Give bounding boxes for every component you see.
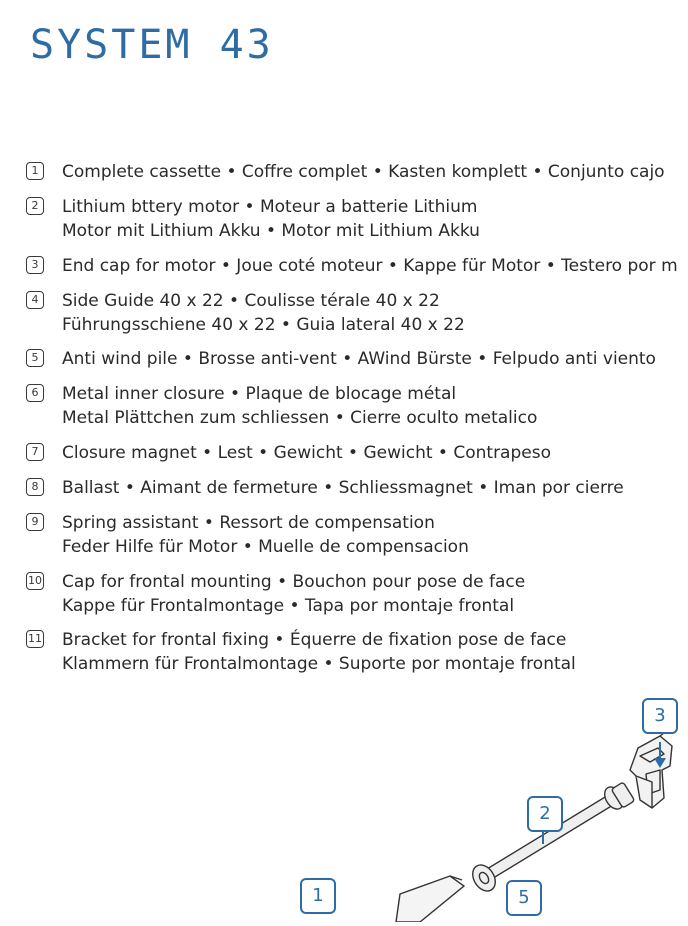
part-number: 3 bbox=[26, 256, 44, 274]
cassette-drawing bbox=[395, 875, 466, 923]
part-description-continued: Feder Hilfe für Motor • Muelle de compen… bbox=[62, 537, 469, 557]
part-number: 6 bbox=[26, 384, 44, 402]
part-number: 8 bbox=[26, 478, 44, 496]
part-description: Cap for frontal mounting • Bouchon pour … bbox=[62, 572, 526, 592]
callout-label: 2 bbox=[527, 796, 563, 832]
part-description: Bracket for frontal fixing • Équerre de … bbox=[62, 630, 567, 650]
callout-label: 3 bbox=[642, 698, 678, 734]
exploded-view-drawing bbox=[395, 729, 673, 923]
part-number: 4 bbox=[26, 291, 44, 309]
part-description-continued: Motor mit Lithium Akku • Motor mit Lithi… bbox=[62, 221, 480, 241]
part-number: 10 bbox=[26, 572, 44, 590]
part-description: Closure magnet • Lest • Gewicht • Gewich… bbox=[62, 443, 551, 463]
part-number: 7 bbox=[26, 443, 44, 461]
part-number: 9 bbox=[26, 513, 44, 531]
part-number: 11 bbox=[26, 630, 44, 648]
part-description-continued: Kappe für Frontalmontage • Tapa por mont… bbox=[62, 596, 515, 616]
part-description-continued: Metal Plättchen zum schliessen • Cierre … bbox=[62, 408, 538, 428]
part-description: Lithium bttery motor • Moteur a batterie… bbox=[62, 197, 478, 217]
part-description: Ballast • Aimant de fermeture • Schliess… bbox=[62, 478, 624, 498]
part-number: 1 bbox=[26, 162, 44, 180]
callout-label: 1 bbox=[300, 878, 336, 914]
part-number: 2 bbox=[26, 197, 44, 215]
exploded-view-diagram: 3 2 1 5 bbox=[0, 690, 688, 923]
part-description: Spring assistant • Ressort de compensati… bbox=[62, 513, 435, 533]
part-number: 5 bbox=[26, 349, 44, 367]
part-description: Side Guide 40 x 22 • Coulisse térale 40 … bbox=[62, 291, 440, 311]
part-description: End cap for motor • Joue coté moteur • K… bbox=[62, 256, 678, 276]
part-description-continued: Klammern für Frontalmontage • Suporte po… bbox=[62, 654, 576, 674]
page-title: SYSTEM 43 bbox=[30, 22, 274, 68]
part-description-continued: Führungsschiene 40 x 22 • Guia lateral 4… bbox=[62, 315, 465, 335]
callout-label: 5 bbox=[506, 880, 542, 916]
end-cap-drawing bbox=[629, 729, 673, 809]
part-description: Complete cassette • Coffre complet • Kas… bbox=[62, 162, 665, 182]
part-description: Metal inner closure • Plaque de blocage … bbox=[62, 384, 457, 404]
part-description: Anti wind pile • Brosse anti-vent • AWin… bbox=[62, 349, 656, 369]
